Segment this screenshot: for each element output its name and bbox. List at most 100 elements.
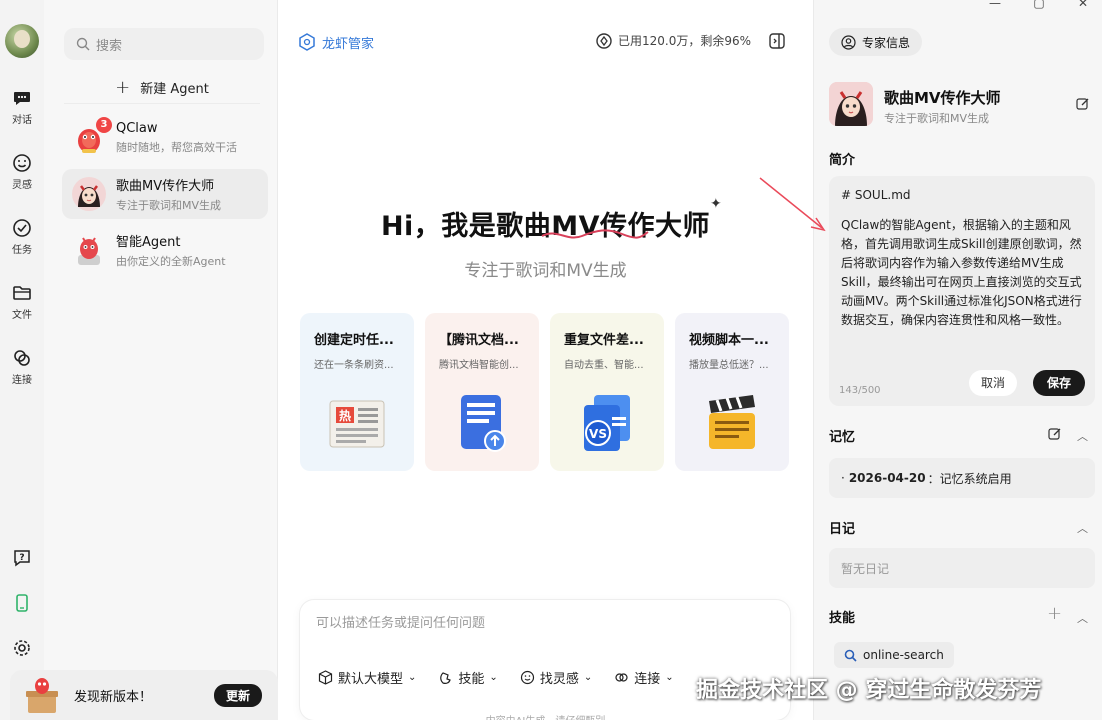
card-desc: 还在一条条刷资...: [314, 360, 394, 371]
usage-text: 已用120.0万，剩余96%: [618, 34, 752, 48]
collapse-skills-icon[interactable]: ︿: [1077, 610, 1088, 626]
rail-label: 对话: [12, 115, 32, 126]
card-title: 视频脚本一...: [689, 333, 769, 348]
expert-info-panel: 专家信息 歌曲MV传作大师 专注于歌词和MV生成 简介 # SOUL.md QC…: [813, 0, 1102, 720]
rail-item-connect[interactable]: 连接: [0, 348, 44, 387]
tool-label: 默认大模型: [338, 672, 404, 687]
agent-name: 智能Agent: [116, 235, 181, 250]
chevron-down-icon: ⌄: [665, 672, 674, 683]
svg-text:VS: VS: [589, 427, 607, 441]
mv-master-avatar: [72, 177, 106, 211]
suggestion-card[interactable]: 视频脚本一... 播放量总低迷？...: [675, 313, 789, 471]
usage-icon: [596, 32, 612, 49]
card-desc: 播放量总低迷？...: [689, 360, 769, 371]
new-agent-button[interactable]: + 新建 Agent: [64, 72, 260, 104]
help-icon: ?: [14, 550, 30, 567]
memory-date: 2026-04-20: [848, 471, 926, 485]
suggestion-card[interactable]: 重复文件差... 自动去重、智能... VS: [550, 313, 664, 471]
user-avatar[interactable]: [5, 24, 39, 58]
sparkle-icon: ✦: [710, 196, 722, 212]
expert-info-tab[interactable]: 专家信息: [829, 28, 923, 56]
suggestion-card[interactable]: 【腾讯文档... 腾讯文档智能创...: [425, 313, 539, 471]
newspaper-icon: 热: [329, 400, 385, 448]
connect-selector[interactable]: 连接 ⌄: [614, 668, 674, 687]
usage-indicator[interactable]: 已用120.0万，剩余96%: [596, 32, 751, 49]
phone-icon: [16, 594, 28, 612]
person-icon: [841, 34, 856, 50]
search-icon: [76, 37, 90, 51]
close-button[interactable]: ✕: [1076, 0, 1090, 10]
soul-header: # SOUL.md: [841, 188, 911, 202]
edit-memory-icon[interactable]: [1048, 427, 1062, 441]
soul-editor[interactable]: # SOUL.md QClaw的智能Agent，根据输入的主题和风格，首先调用歌…: [829, 176, 1095, 406]
expert-avatar: [829, 82, 873, 126]
cancel-button[interactable]: 取消: [968, 370, 1017, 396]
task-icon: [13, 219, 31, 237]
skill-name: online-search: [863, 648, 944, 662]
annotation-arrow: [759, 177, 826, 232]
diary-empty: 暂无日记: [829, 548, 1095, 588]
agent-item-mv-master[interactable]: 歌曲MV传作大师 专注于歌词和MV生成: [62, 169, 268, 219]
rail-item-files[interactable]: 文件: [0, 283, 44, 322]
window-titlebar: — ▢ ✕: [0, 0, 1102, 16]
search-icon: [844, 649, 857, 662]
search-placeholder: 搜索: [96, 38, 123, 54]
panel-toggle-button[interactable]: [768, 32, 786, 54]
update-banner: 发现新版本！ 更新: [10, 670, 278, 720]
memory-text: ：记忆系统启用: [927, 471, 1012, 486]
card-title: 重复文件差...: [564, 333, 644, 348]
rail-item-chat[interactable]: 对话: [0, 88, 44, 127]
agent-desc: 专注于歌词和MV生成: [116, 199, 222, 212]
settings-button[interactable]: [0, 638, 44, 662]
main-chat-area: 龙虾管家 已用120.0万，剩余96% Hi，我是歌曲MV传作大师 ✦ 专注于歌…: [278, 0, 813, 720]
search-input[interactable]: 搜索: [64, 28, 264, 60]
suggestion-card[interactable]: 创建定时任... 还在一条条刷资... 热: [300, 313, 414, 471]
model-selector[interactable]: 默认大模型 ⌄: [318, 668, 416, 687]
skill-chip[interactable]: online-search: [834, 642, 954, 668]
maximize-button[interactable]: ▢: [1032, 0, 1046, 10]
agent-name: QClaw: [116, 121, 158, 136]
brand-link[interactable]: 龙虾管家: [298, 30, 374, 54]
expert-desc: 专注于歌词和MV生成: [884, 112, 990, 125]
bullet: ·: [841, 471, 845, 485]
icon-rail: 对话 灵感 任务 文件 连接 ?: [0, 0, 44, 720]
collapse-memory-icon[interactable]: ︿: [1077, 428, 1088, 444]
tab-label: 专家信息: [862, 35, 911, 50]
edit-profile-icon[interactable]: [1076, 97, 1090, 111]
memory-item: · 2026-04-20 ：记忆系统启用: [829, 458, 1095, 498]
chevron-down-icon: ⌄: [583, 672, 593, 683]
smart-agent-avatar: [72, 233, 106, 267]
minimize-button[interactable]: —: [988, 0, 1002, 10]
help-button[interactable]: ?: [0, 548, 44, 572]
unread-badge: 3: [96, 117, 112, 133]
card-title: 创建定时任...: [314, 333, 394, 348]
memory-title: 记忆: [829, 430, 856, 445]
skills-selector[interactable]: 技能 ⌄: [438, 668, 498, 687]
link-icon: [14, 350, 30, 366]
tool-label: 找灵感: [539, 672, 579, 687]
mobile-button[interactable]: [0, 593, 44, 617]
save-button[interactable]: 保存: [1032, 370, 1085, 396]
char-count: 143/500: [839, 385, 881, 396]
agent-item-smart[interactable]: 智能Agent 由你定义的全新Agent: [62, 225, 268, 275]
rail-item-inspiration[interactable]: 灵感: [0, 153, 44, 192]
card-desc: 腾讯文档智能创...: [439, 360, 519, 371]
document-icon: [461, 395, 506, 452]
inspiration-selector[interactable]: 找灵感 ⌄: [520, 668, 592, 687]
rail-label: 连接: [12, 375, 32, 386]
chat-icon: [14, 92, 30, 105]
add-skill-icon[interactable]: +: [1047, 603, 1062, 624]
soul-body: QClaw的智能Agent，根据输入的主题和风格，首先调用歌词生成Skill创建…: [841, 218, 1082, 327]
card-desc: 自动去重、智能...: [564, 360, 644, 371]
intro-title: 简介: [829, 153, 856, 168]
update-button[interactable]: 更新: [213, 683, 262, 707]
clapperboard-icon: [709, 395, 755, 449]
skills-title: 技能: [829, 611, 856, 626]
rail-item-task[interactable]: 任务: [0, 218, 44, 257]
agent-item-qclaw[interactable]: 3 QClaw 随时随地，帮您高效干活: [62, 113, 268, 163]
tool-label: 技能: [458, 672, 485, 687]
chevron-down-icon: ⌄: [489, 672, 498, 683]
chevron-down-icon: ⌄: [408, 672, 417, 683]
collapse-diary-icon[interactable]: ︿: [1077, 520, 1088, 536]
cube-icon: [318, 670, 333, 685]
